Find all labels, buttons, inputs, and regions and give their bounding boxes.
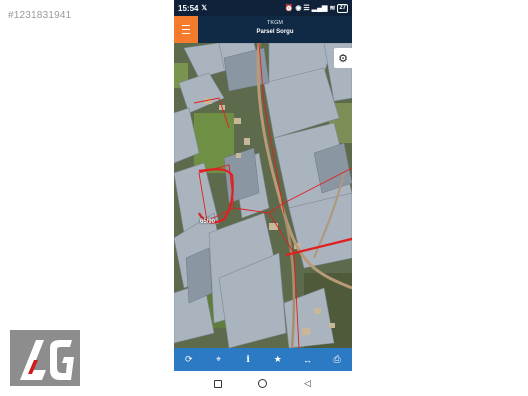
locate-button[interactable]: ⌖ bbox=[208, 350, 228, 370]
wifi-icon: ≋ bbox=[329, 5, 336, 12]
hamburger-icon bbox=[182, 24, 190, 35]
status-bar: 15:54 𝕏 ⏰ ◉ ☰ ▂▄▆ ≋ 27 bbox=[174, 0, 352, 16]
info-button[interactable]: i bbox=[238, 350, 258, 370]
app-title: TKGM bbox=[267, 20, 283, 26]
map-imagery bbox=[174, 43, 352, 348]
bottom-toolbar: ⟳ ⌖ i ★ ↔ ⎙ bbox=[174, 348, 352, 371]
star-icon: ★ bbox=[273, 354, 282, 364]
favorite-button[interactable]: ★ bbox=[268, 350, 288, 370]
listing-id: #1231831941 bbox=[8, 10, 72, 21]
menu-button[interactable] bbox=[174, 16, 198, 43]
satellite-map[interactable]: 65/90 bbox=[174, 43, 352, 348]
locate-icon: ⌖ bbox=[215, 354, 222, 364]
recents-button[interactable] bbox=[211, 377, 225, 391]
settings-button[interactable]: ⚙ bbox=[334, 48, 352, 68]
print-icon: ⎙ bbox=[333, 354, 341, 364]
home-button[interactable] bbox=[256, 377, 270, 391]
signal-icon: ▂▄▆ bbox=[311, 5, 328, 12]
battery-icon: 27 bbox=[337, 3, 348, 13]
refresh-icon: ⟳ bbox=[185, 354, 193, 364]
sahibinden-logo bbox=[10, 330, 80, 386]
clock: 15:54 bbox=[178, 3, 199, 13]
vowifi-icon: ☰ bbox=[303, 5, 310, 12]
recents-icon bbox=[214, 379, 223, 388]
parcel-number-label: 65/90 bbox=[200, 219, 216, 225]
refresh-button[interactable]: ⟳ bbox=[179, 350, 199, 370]
location-icon: ◉ bbox=[295, 5, 302, 12]
measure-icon: ↔ bbox=[302, 354, 312, 365]
back-icon: ◁ bbox=[304, 378, 312, 388]
app-subtitle: Parsel Sorgu bbox=[256, 29, 294, 35]
x-brand-icon: 𝕏 bbox=[201, 5, 208, 12]
android-nav-bar: ◁ bbox=[174, 371, 352, 396]
home-icon bbox=[258, 379, 268, 388]
print-button[interactable]: ⎙ bbox=[327, 350, 347, 370]
info-icon: i bbox=[246, 354, 250, 365]
measure-button[interactable]: ↔ bbox=[297, 350, 317, 370]
back-button[interactable]: ◁ bbox=[301, 377, 315, 391]
gear-icon: ⚙ bbox=[338, 52, 348, 65]
alarm-icon: ⏰ bbox=[284, 5, 294, 12]
phone-screen: 15:54 𝕏 ⏰ ◉ ☰ ▂▄▆ ≋ 27 TKGM Parsel Sorgu bbox=[174, 0, 352, 396]
